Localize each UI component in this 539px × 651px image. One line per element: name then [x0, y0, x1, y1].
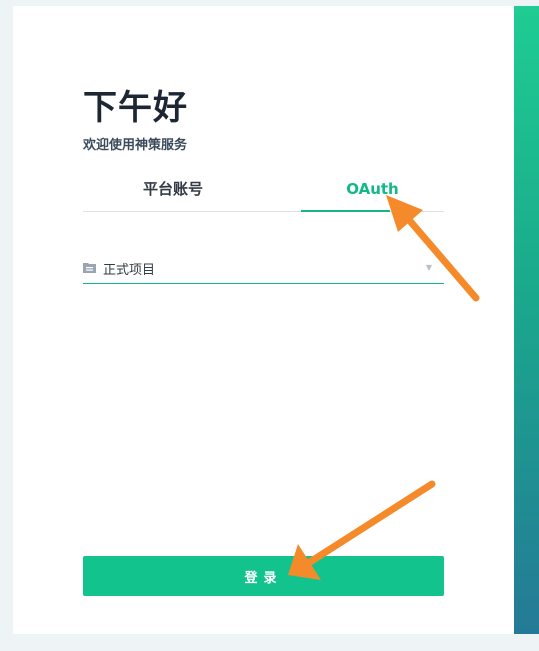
annotation-arrow-login	[288, 480, 436, 580]
